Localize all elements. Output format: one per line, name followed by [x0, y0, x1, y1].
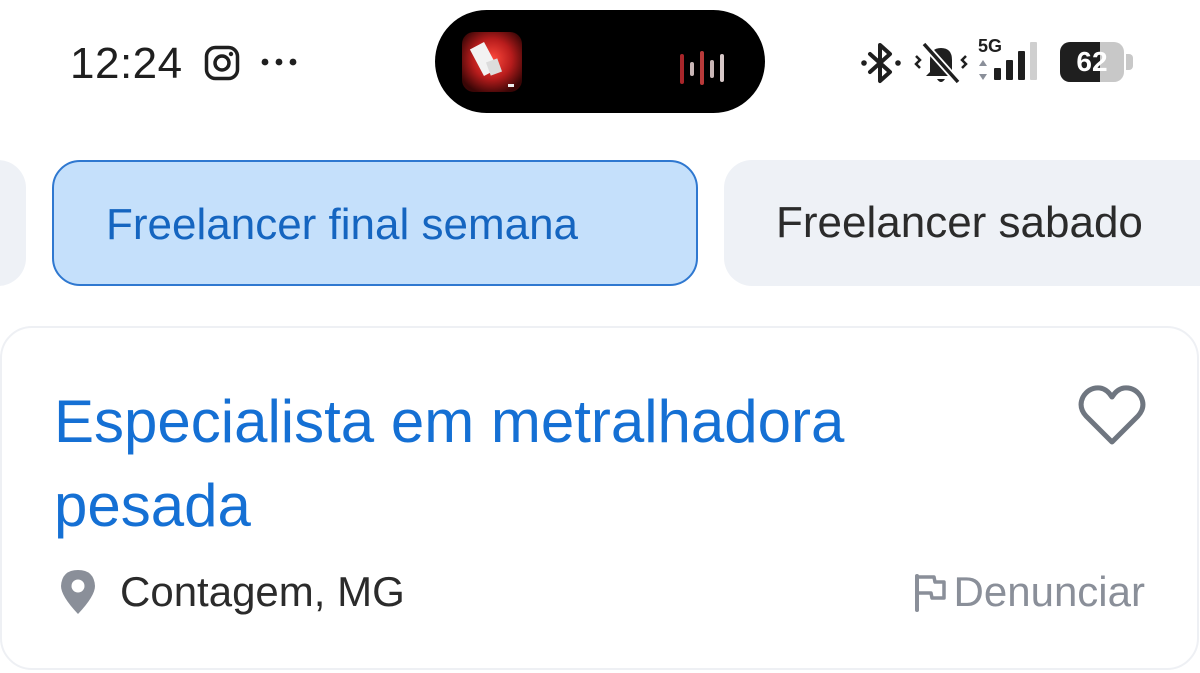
map-pin-icon	[61, 570, 95, 614]
now-playing-artwork	[462, 32, 522, 92]
job-location-text: Contagem, MG	[120, 568, 405, 615]
battery-percent: 62	[1076, 46, 1108, 77]
dynamic-island[interactable]	[435, 10, 765, 113]
battery-icon: 62	[1060, 42, 1136, 82]
job-title[interactable]: Especialista em metralhadora pesada	[54, 380, 954, 548]
job-card[interactable]: Especialista em metralhadora pesada Cont…	[0, 326, 1199, 670]
battery-body: 62	[1060, 42, 1124, 82]
status-bar: 12:24 5G 62	[0, 0, 1200, 125]
status-time: 12:24	[70, 39, 183, 88]
flag-icon	[914, 574, 946, 612]
more-dots-icon	[261, 58, 297, 66]
filter-chip-previous[interactable]	[0, 160, 26, 286]
ringer-muted-icon	[914, 41, 968, 85]
filter-chip-freelancer-final-semana[interactable]: Freelancer final semana	[52, 160, 698, 286]
audio-waveform-icon	[680, 51, 724, 85]
filter-chip-row[interactable]: Freelancer final semana Freelancer sabad…	[0, 160, 1200, 288]
bluetooth-icon	[861, 43, 901, 83]
battery-cap	[1126, 54, 1133, 70]
heart-outline-icon[interactable]	[1076, 380, 1148, 452]
filter-chip-freelancer-sabado[interactable]: Freelancer sabado	[724, 160, 1200, 286]
job-location: Contagem, MG	[58, 564, 405, 620]
report-button-label[interactable]: Denunciar	[954, 564, 1145, 620]
report-button[interactable]: Denunciar	[912, 564, 1145, 620]
instagram-icon	[204, 45, 240, 81]
signal-icon: 5G	[978, 36, 1048, 86]
